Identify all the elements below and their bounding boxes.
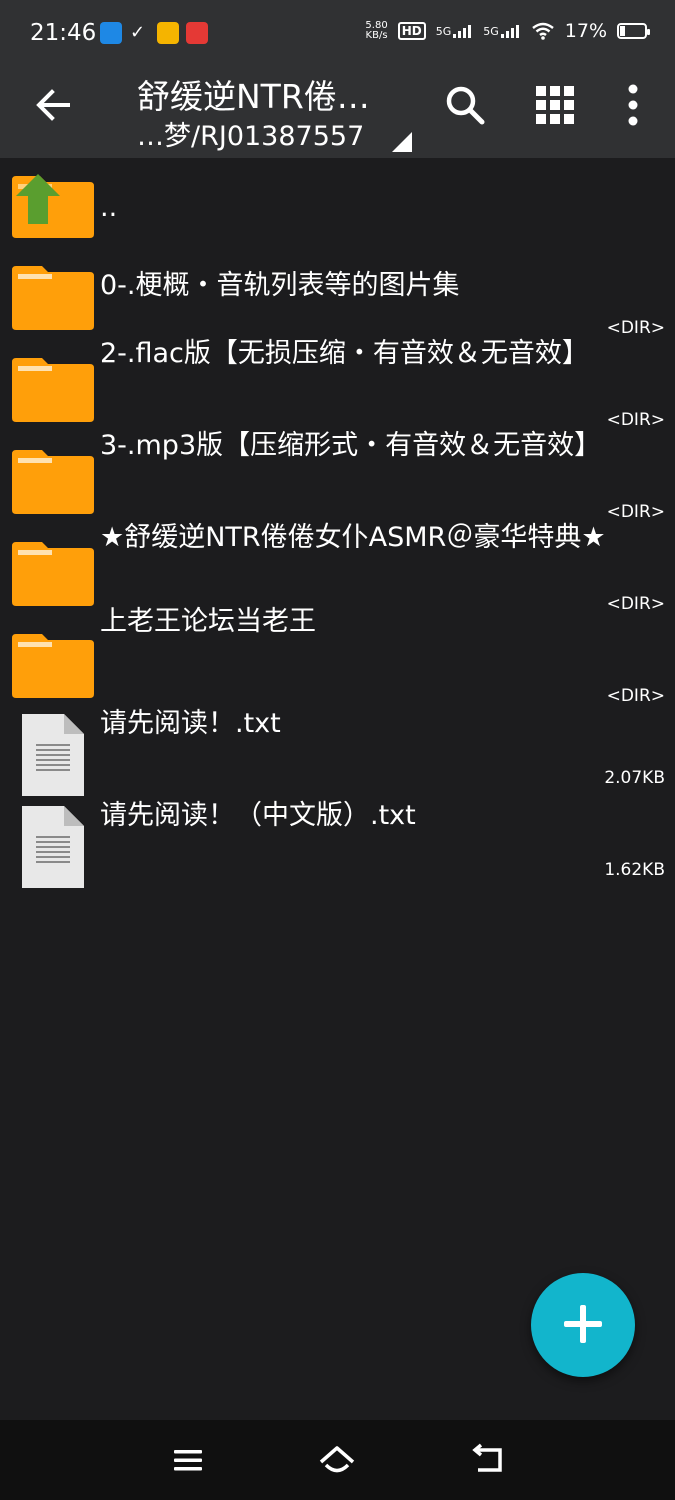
signal-icon-sim1: 5G <box>436 24 474 38</box>
status-bar: 21:46 ✓ 5.80 KB/s HD 5G 5G 17% <box>0 0 675 70</box>
system-nav-bar <box>0 1420 675 1500</box>
file-size: 2.07KB <box>604 768 665 788</box>
list-item-parent-dir[interactable]: .. <box>0 162 675 254</box>
folder-icon <box>12 542 94 606</box>
battery-percent: 17% <box>564 20 607 42</box>
file-name: 2-.flac版【无损压缩・有音效＆无音效】 <box>100 338 589 369</box>
folder-up-icon <box>12 174 94 238</box>
wifi-icon <box>531 22 554 40</box>
file-name: 请先阅读！.txt <box>100 708 281 739</box>
file-name: 上老王论坛当老王 <box>100 606 316 637</box>
back-nav-icon[interactable] <box>468 1440 508 1480</box>
app-notification-icon-red <box>186 22 208 44</box>
list-item-folder[interactable]: 2-.flac版【无损压缩・有音效＆无音效】 <DIR> <box>0 338 675 438</box>
signal-icon-sim2: 5G <box>483 24 521 38</box>
file-size: 1.62KB <box>604 860 665 880</box>
grid-view-icon[interactable] <box>532 82 578 128</box>
app-notification-icon-blue <box>100 22 122 44</box>
file-meta: <DIR> <box>606 410 665 430</box>
file-name: 0-.梗概・音轨列表等的图片集 <box>100 270 460 301</box>
file-name: 3-.mp3版【压缩形式・有音效＆无音效】 <box>100 430 602 461</box>
folder-icon <box>12 358 94 422</box>
menu-icon[interactable] <box>168 1440 208 1480</box>
list-item-file[interactable]: 请先阅读！（中文版）.txt 1.62KB <box>0 800 675 898</box>
back-arrow-icon[interactable] <box>30 82 76 128</box>
home-icon[interactable] <box>317 1440 357 1480</box>
hd-icon: HD <box>397 22 426 40</box>
more-options-icon[interactable] <box>610 82 656 128</box>
folder-icon <box>12 634 94 698</box>
folder-icon <box>12 450 94 514</box>
text-file-icon <box>22 714 84 796</box>
folder-path[interactable]: …梦/RJ01387557 <box>137 114 364 153</box>
file-meta: <DIR> <box>606 686 665 706</box>
add-fab-button[interactable] <box>531 1273 635 1377</box>
status-indicators: 5.80 KB/s HD 5G 5G 17% <box>365 20 650 42</box>
clock: 21:46 <box>30 20 97 46</box>
file-list: .. 0-.梗概・音轨列表等的图片集 <DIR> 2-.flac版【无损压缩・有… <box>0 162 675 898</box>
file-meta: <DIR> <box>606 318 665 338</box>
app-notification-icon-yellow <box>157 22 179 44</box>
text-file-icon <box>22 806 84 888</box>
list-item-folder[interactable]: 0-.梗概・音轨列表等的图片集 <DIR> <box>0 254 675 346</box>
file-meta: <DIR> <box>606 502 665 522</box>
list-item-folder[interactable]: 3-.mp3版【压缩形式・有音效＆无音效】 <DIR> <box>0 430 675 530</box>
battery-icon <box>617 23 650 39</box>
app-bar: 舒缓逆NTR倦… …梦/RJ01387557 <box>0 70 675 158</box>
file-name: 请先阅读！（中文版）.txt <box>100 800 416 831</box>
check-list-icon: ✓ <box>130 22 146 43</box>
folder-icon <box>12 266 94 330</box>
path-dropdown-icon[interactable] <box>392 132 412 152</box>
net-speed: 5.80 KB/s <box>365 20 388 41</box>
file-name: ★舒缓逆NTR倦倦女仆ASMR＠豪华特典★ <box>100 522 606 553</box>
list-item-folder[interactable]: 上老王论坛当老王 <DIR> <box>0 606 675 714</box>
search-icon[interactable] <box>442 82 488 128</box>
folder-title: 舒缓逆NTR倦… <box>137 77 370 116</box>
file-name: .. <box>100 192 118 223</box>
list-item-file[interactable]: 请先阅读！.txt 2.07KB <box>0 708 675 806</box>
